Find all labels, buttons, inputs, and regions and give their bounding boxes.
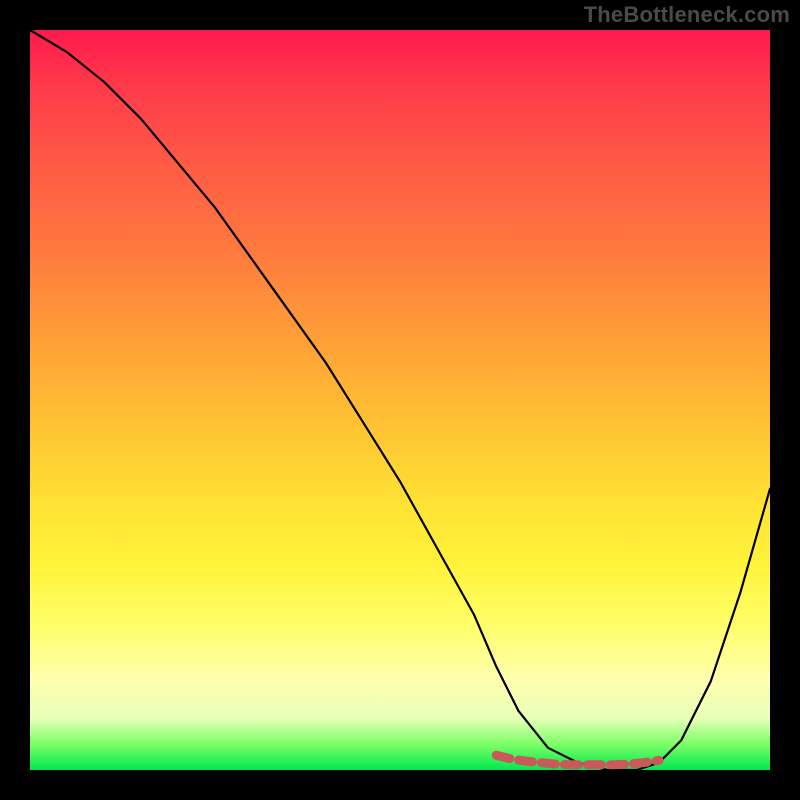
bottleneck-curve: [30, 30, 770, 770]
plot-area: [30, 30, 770, 770]
chart-stage: TheBottleneck.com: [0, 0, 800, 800]
watermark-text: TheBottleneck.com: [584, 2, 790, 28]
optimal-band-markers: [496, 755, 659, 765]
curve-svg: [30, 30, 770, 770]
